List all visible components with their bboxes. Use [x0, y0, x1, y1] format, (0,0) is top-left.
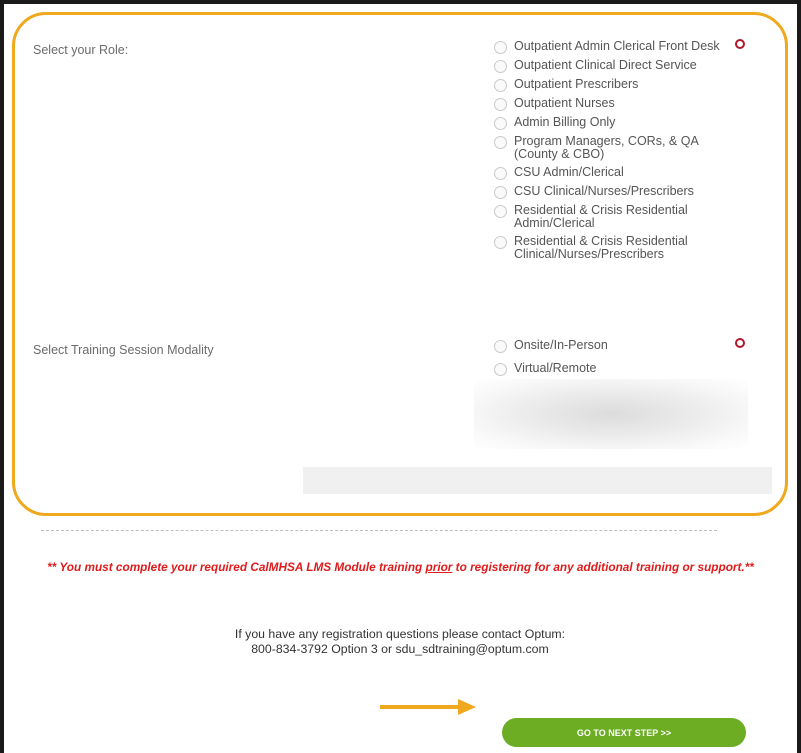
role-option-label: Admin Billing Only [514, 115, 616, 129]
role-option[interactable]: Outpatient Admin Clerical Front Desk [494, 40, 734, 54]
role-option[interactable]: Admin Billing Only [494, 116, 734, 130]
radio-button[interactable] [494, 98, 507, 111]
radio-button[interactable] [494, 60, 507, 73]
window-frame-left [0, 0, 4, 753]
notice-text-end: to registering for any additional traini… [452, 560, 754, 574]
role-option-label: Residential & Crisis Residential Admin/C… [514, 203, 688, 230]
window-frame-top [0, 0, 801, 4]
role-option[interactable]: Outpatient Prescribers [494, 78, 734, 92]
role-option-label: CSU Clinical/Nurses/Prescribers [514, 184, 694, 198]
required-indicator-role [735, 39, 745, 49]
role-option[interactable]: Outpatient Nurses [494, 97, 734, 111]
notice-emphasis: prior [425, 560, 453, 574]
radio-button[interactable] [494, 41, 507, 54]
role-option-label: Outpatient Nurses [514, 96, 615, 110]
modality-label: Select Training Session Modality [33, 343, 214, 357]
modality-option[interactable]: Onsite/In-Person [494, 339, 734, 353]
role-option[interactable]: Outpatient Clinical Direct Service [494, 59, 734, 73]
role-option[interactable]: CSU Admin/Clerical [494, 166, 734, 180]
radio-button[interactable] [494, 340, 507, 353]
radio-button[interactable] [494, 79, 507, 92]
window-frame-right [797, 0, 801, 753]
contact-info: If you have any registration questions p… [150, 627, 650, 657]
radio-button[interactable] [494, 117, 507, 130]
radio-button[interactable] [494, 236, 507, 249]
radio-button[interactable] [494, 186, 507, 199]
role-option-label: Outpatient Admin Clerical Front Desk [514, 39, 720, 53]
role-radio-group: Outpatient Admin Clerical Front Desk Out… [494, 40, 734, 266]
radio-button[interactable] [494, 363, 507, 376]
role-option[interactable]: Residential & Crisis Residential Clinica… [494, 235, 734, 261]
arrow-annotation-icon [380, 699, 476, 715]
modality-option[interactable]: Virtual/Remote [494, 362, 734, 376]
notice-text-start: ** You must complete your required CalMH… [47, 560, 426, 574]
role-option[interactable]: Residential & Crisis Residential Admin/C… [494, 204, 734, 230]
role-option-label: Outpatient Clinical Direct Service [514, 58, 697, 72]
contact-line-1: If you have any registration questions p… [234, 627, 566, 641]
blurred-content [474, 379, 748, 449]
modality-radio-group: Onsite/In-Person Virtual/Remote [494, 339, 734, 381]
radio-button[interactable] [494, 205, 507, 218]
contact-line-2: 800-834-3792 Option 3 or sdu_sdtraining@… [251, 642, 549, 656]
role-option[interactable]: CSU Clinical/Nurses/Prescribers [494, 185, 734, 199]
role-option-label: Program Managers, CORs, & QA (County & C… [514, 134, 699, 161]
role-option-label: Residential & Crisis Residential Clinica… [514, 234, 688, 261]
role-option[interactable]: Program Managers, CORs, & QA (County & C… [494, 135, 734, 161]
role-option-label: Outpatient Prescribers [514, 77, 639, 91]
role-option-label: CSU Admin/Clerical [514, 165, 624, 179]
role-label: Select your Role: [33, 43, 129, 57]
blurred-field [303, 467, 772, 494]
modality-option-label: Virtual/Remote [514, 361, 597, 375]
radio-button[interactable] [494, 167, 507, 180]
modality-option-label: Onsite/In-Person [514, 338, 608, 352]
next-step-button[interactable]: GO TO NEXT STEP >> [502, 718, 746, 747]
required-indicator-modality [735, 338, 745, 348]
radio-button[interactable] [494, 136, 507, 149]
training-notice: ** You must complete your required CalMH… [28, 560, 773, 575]
divider [41, 530, 717, 531]
